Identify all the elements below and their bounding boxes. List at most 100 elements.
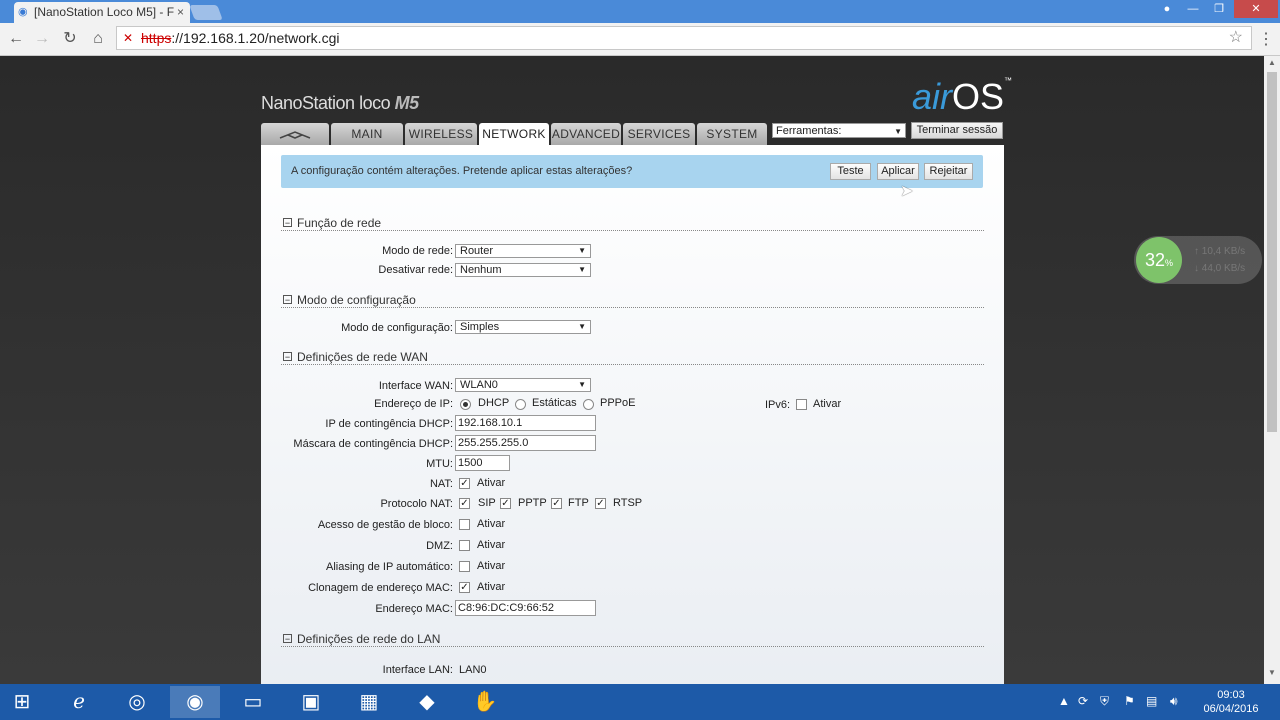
browser-menu-icon[interactable]: ⋮ bbox=[1258, 29, 1274, 49]
auto-ip-alias-label: Aliasing de IP automático: bbox=[326, 561, 453, 573]
block-mgmt-checkbox[interactable] bbox=[459, 519, 470, 530]
ubnt-logo-icon bbox=[279, 131, 311, 139]
system-clock[interactable]: 09:03 06/04/2016 bbox=[1196, 688, 1266, 716]
ip-pppoe-radio[interactable] bbox=[583, 399, 594, 410]
nat-label: NAT: bbox=[429, 478, 453, 490]
collapse-icon[interactable]: − bbox=[283, 218, 292, 228]
ipv6-option-label: Ativar bbox=[813, 398, 842, 410]
mtu-input[interactable]: 1500 bbox=[455, 455, 510, 471]
scroll-down-icon[interactable]: ▼ bbox=[1264, 668, 1280, 682]
discard-button[interactable]: Rejeitar bbox=[924, 163, 973, 180]
insecure-lock-icon: ✕ bbox=[123, 31, 134, 45]
wireless-app-icon[interactable]: ◆ bbox=[402, 686, 452, 718]
mac-address-input[interactable]: C8:96:DC:C9:66:52 bbox=[455, 600, 596, 616]
control-panel-icon[interactable]: ▦ bbox=[344, 686, 394, 718]
dhcp-fallback-mask-input[interactable]: 255.255.255.0 bbox=[455, 435, 596, 451]
device-brand: NanoStation loco M5 bbox=[261, 93, 419, 114]
network-mode-select[interactable]: Router ▼ bbox=[455, 244, 591, 258]
tab-close-icon[interactable]: × bbox=[177, 5, 184, 19]
internet-explorer-icon[interactable]: ℯ bbox=[54, 686, 104, 718]
section-title: Função de rede bbox=[297, 216, 382, 230]
nat-rtsp-checkbox[interactable]: ✓ bbox=[595, 498, 606, 509]
ipv6-checkbox[interactable] bbox=[796, 399, 807, 410]
tray-volume-icon[interactable]: 🔊︎ bbox=[1170, 694, 1178, 709]
logo-os: OS bbox=[952, 76, 1005, 117]
section-config-mode: − Modo de configuração bbox=[281, 293, 984, 308]
ip-address-label: Endereço de IP: bbox=[374, 398, 453, 410]
tab-main[interactable]: MAIN bbox=[331, 123, 403, 145]
nat-checkbox[interactable]: ✓ bbox=[459, 478, 470, 489]
chevron-down-icon: ▼ bbox=[578, 246, 586, 255]
auto-ip-alias-checkbox[interactable] bbox=[459, 561, 470, 572]
ip-dhcp-radio[interactable] bbox=[460, 399, 471, 410]
nat-sip-checkbox[interactable]: ✓ bbox=[459, 498, 470, 509]
tray-network-icon[interactable]: ▤ bbox=[1146, 694, 1157, 708]
dhcp-fallback-ip-input[interactable]: 192.168.10.1 bbox=[455, 415, 596, 431]
address-bar[interactable]: ✕ https://192.168.1.20/network.cgi ☆ bbox=[116, 26, 1252, 50]
test-button[interactable]: Teste bbox=[830, 163, 871, 180]
dhcp-fallback-ip-label: IP de contingência DHCP: bbox=[325, 418, 453, 430]
section-title: Definições de rede WAN bbox=[297, 350, 428, 364]
collapse-icon[interactable]: − bbox=[283, 634, 292, 644]
config-mode-select[interactable]: Simples ▼ bbox=[455, 320, 591, 334]
tab-network[interactable]: NETWORK bbox=[479, 123, 549, 145]
rss-favicon-icon: ◉ bbox=[18, 6, 28, 18]
swirl-app-icon[interactable]: ◎ bbox=[112, 686, 162, 718]
bookmark-star-icon[interactable]: ☆ bbox=[1229, 27, 1243, 49]
hand-app-icon[interactable]: ✋ bbox=[460, 686, 510, 718]
tray-sync-icon[interactable]: ⟳ bbox=[1078, 694, 1088, 708]
disable-network-select[interactable]: Nenhum ▼ bbox=[455, 263, 591, 277]
collapse-icon[interactable]: − bbox=[283, 352, 292, 362]
upload-rate: ↑ 10,4 KB/s bbox=[1194, 246, 1246, 257]
network-mode-value: Router bbox=[460, 245, 494, 257]
nat-ftp-checkbox[interactable]: ✓ bbox=[551, 498, 562, 509]
close-window-icon[interactable]: ✕ bbox=[1234, 0, 1278, 18]
network-speed-widget[interactable]: 32% ↑ 10,4 KB/s ↓ 44,0 KB/s bbox=[1134, 236, 1262, 284]
scroll-up-icon[interactable]: ▲ bbox=[1264, 58, 1280, 72]
tray-flag-icon[interactable]: ⚑ bbox=[1124, 694, 1135, 708]
clock-date: 06/04/2016 bbox=[1203, 703, 1259, 715]
tab-system[interactable]: SYSTEM bbox=[697, 123, 767, 145]
alert-message: A configuração contém alterações. Preten… bbox=[291, 165, 633, 177]
browser-tab[interactable]: ◉ [NanoStation Loco M5] - F × bbox=[14, 2, 190, 23]
collapse-icon[interactable]: − bbox=[283, 295, 292, 305]
windows-start-icon[interactable]: ⊞ bbox=[0, 686, 44, 718]
home-icon[interactable]: ⌂ bbox=[88, 29, 108, 49]
wan-interface-select[interactable]: WLAN0 ▼ bbox=[455, 378, 591, 392]
reload-icon[interactable]: ↻ bbox=[60, 29, 80, 49]
mac-clone-label: Clonagem de endereço MAC: bbox=[308, 582, 453, 594]
web-page: NanoStation loco M5 airOS™ MAIN WIRELESS… bbox=[0, 56, 1264, 684]
back-icon[interactable]: ← bbox=[6, 29, 26, 49]
tab-wireless[interactable]: WIRELESS bbox=[405, 123, 477, 145]
logout-button[interactable]: Terminar sessão bbox=[911, 122, 1003, 139]
tray-expand-icon[interactable]: ▲ bbox=[1058, 694, 1070, 708]
nat-ftp-label: FTP bbox=[568, 497, 589, 509]
tab-advanced[interactable]: ADVANCED bbox=[551, 123, 621, 145]
scanner-app-icon[interactable]: ▣ bbox=[286, 686, 336, 718]
dmz-option-label: Ativar bbox=[477, 539, 506, 551]
section-network-role: − Função de rede bbox=[281, 216, 984, 231]
scrollbar-thumb[interactable] bbox=[1267, 72, 1277, 432]
new-tab-button[interactable] bbox=[189, 5, 223, 20]
device-model: M5 bbox=[394, 93, 420, 113]
file-explorer-icon[interactable]: ▭ bbox=[228, 686, 278, 718]
tray-shield-icon[interactable]: ⛨ bbox=[1100, 694, 1109, 709]
device-name: NanoStation loco bbox=[261, 93, 391, 113]
chevron-down-icon: ▼ bbox=[894, 127, 902, 136]
tools-select[interactable]: Ferramentas: ▼ bbox=[772, 123, 906, 138]
maximize-icon[interactable]: ❐ bbox=[1206, 0, 1232, 18]
ubnt-logo-tab[interactable] bbox=[261, 123, 329, 145]
forward-icon[interactable]: → bbox=[32, 29, 52, 49]
dmz-checkbox[interactable] bbox=[459, 540, 470, 551]
tab-services[interactable]: SERVICES bbox=[623, 123, 695, 145]
disable-network-value: Nenhum bbox=[460, 264, 502, 276]
mac-clone-checkbox[interactable]: ✓ bbox=[459, 582, 470, 593]
page-scrollbar[interactable]: ▲ ▼ bbox=[1264, 56, 1280, 684]
user-icon[interactable]: ● bbox=[1154, 0, 1180, 18]
apply-button[interactable]: Aplicar bbox=[877, 163, 919, 180]
nat-pptp-checkbox[interactable]: ✓ bbox=[500, 498, 511, 509]
ip-static-radio[interactable] bbox=[515, 399, 526, 410]
minimize-icon[interactable]: — bbox=[1180, 0, 1206, 18]
chrome-icon[interactable]: ◉ bbox=[170, 686, 220, 718]
wan-interface-label: Interface WAN: bbox=[378, 380, 453, 392]
